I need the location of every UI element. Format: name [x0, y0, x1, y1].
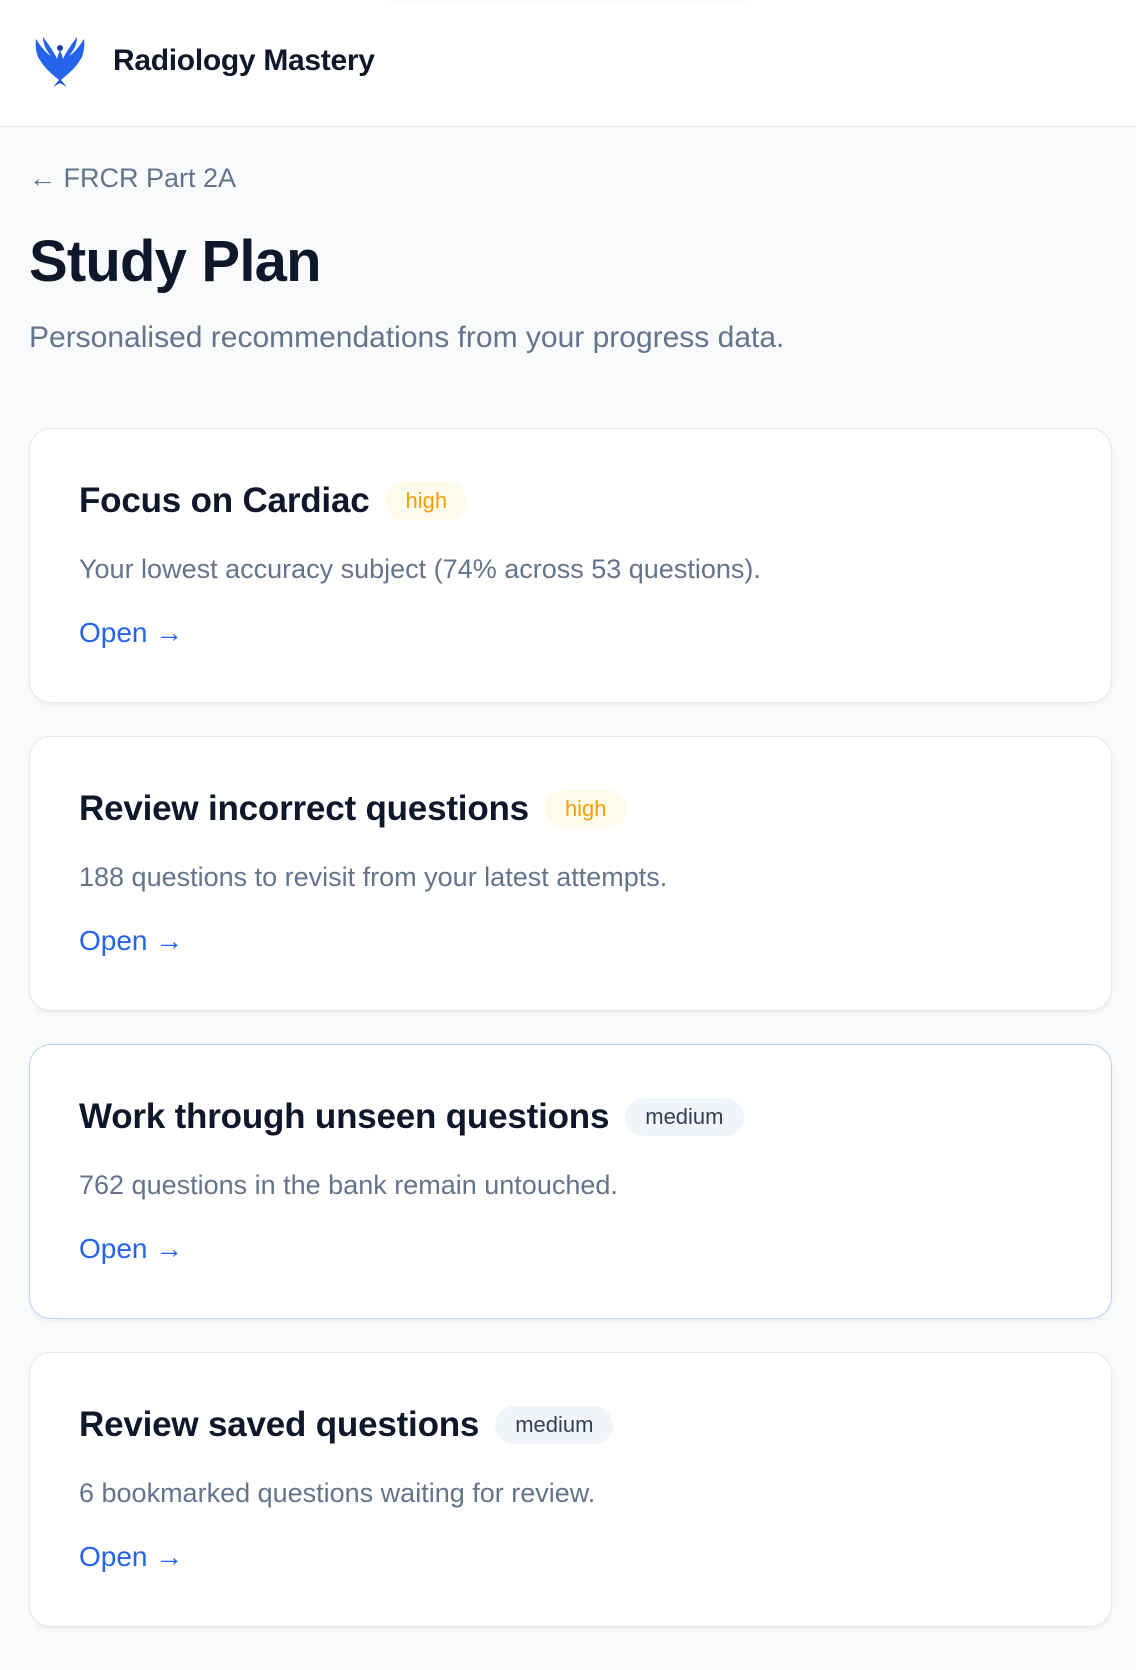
recommendation-card: Review incorrect questions high 188 ques…: [29, 736, 1112, 1011]
card-title: Review incorrect questions: [79, 789, 529, 828]
top-bar-shadow: [190, 0, 950, 6]
recommendation-card: Work through unseen questions medium 762…: [29, 1044, 1112, 1319]
card-title: Review saved questions: [79, 1405, 480, 1444]
recommendation-card: Review saved questions medium 6 bookmark…: [29, 1352, 1112, 1627]
card-title: Focus on Cardiac: [79, 481, 370, 520]
recommendation-card: Focus on Cardiac high Your lowest accura…: [29, 428, 1112, 703]
priority-badge: medium: [495, 1406, 614, 1444]
card-description: 6 bookmarked questions waiting for revie…: [79, 1478, 596, 1508]
card-title: Work through unseen questions: [79, 1097, 610, 1136]
priority-badge: medium: [625, 1098, 744, 1136]
card-description: Your lowest accuracy subject (74% across…: [79, 554, 761, 584]
priority-badge: high: [385, 482, 468, 520]
page-subtitle: Personalised recommendations from your p…: [29, 321, 785, 354]
phoenix-icon[interactable]: [30, 35, 90, 87]
priority-badge: high: [544, 790, 627, 828]
app-name[interactable]: Radiology Mastery: [113, 44, 375, 78]
page-title: Study Plan: [29, 229, 322, 294]
open-link[interactable]: Open →: [79, 1541, 183, 1573]
card-description: 188 questions to revisit from your lates…: [79, 862, 668, 892]
open-link[interactable]: Open →: [79, 925, 183, 957]
open-link[interactable]: Open →: [79, 617, 183, 649]
top-bar: Radiology Mastery: [0, 0, 1136, 127]
card-description: 762 questions in the bank remain untouch…: [79, 1170, 618, 1200]
back-link[interactable]: ← FRCR Part 2A: [29, 163, 236, 194]
open-link[interactable]: Open →: [79, 1233, 183, 1265]
